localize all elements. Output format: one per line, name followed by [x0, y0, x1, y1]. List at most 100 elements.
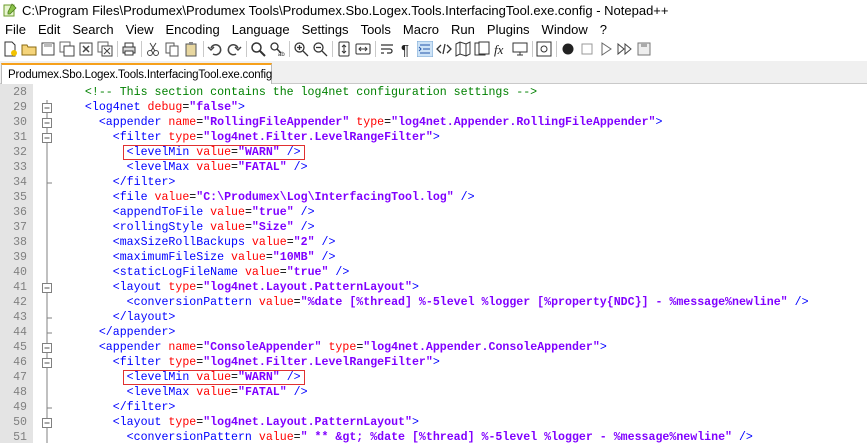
code-line[interactable]: 48 <levelMax value="FATAL" /> — [0, 385, 867, 400]
new-file-icon[interactable] — [2, 41, 18, 57]
fold-toggle-icon[interactable] — [40, 130, 54, 145]
line-number: 32 — [13, 146, 27, 159]
fold-line-icon — [46, 220, 48, 235]
token-tag: /> — [300, 206, 315, 219]
menu-run[interactable]: Run — [445, 21, 481, 38]
menu-macro[interactable]: Macro — [397, 21, 445, 38]
cut-icon[interactable] — [145, 41, 161, 57]
play-macro-icon[interactable] — [598, 41, 614, 57]
token-attr: type — [168, 281, 197, 294]
fold-line-icon — [46, 235, 48, 250]
code-line[interactable]: 50 <layout type="log4net.Layout.PatternL… — [0, 415, 867, 430]
code-text: <layout type="log4net.Layout.PatternLayo… — [71, 415, 419, 430]
code-line[interactable]: 36 <appendToFile value="true" /> — [0, 205, 867, 220]
code-line[interactable]: 35 <file value="C:\Produmex\Log\Interfac… — [0, 190, 867, 205]
fold-line-icon — [46, 370, 48, 385]
toolbar-separator — [532, 41, 533, 57]
fold-toggle-icon[interactable] — [40, 280, 54, 295]
tab-config-file[interactable]: Produmex.Sbo.Logex.Tools.InterfacingTool… — [1, 63, 272, 84]
replace-icon[interactable]: ab — [269, 41, 285, 57]
undo-icon[interactable] — [207, 41, 223, 57]
fold-line-icon — [46, 145, 48, 160]
sync-vertical-icon[interactable] — [336, 41, 352, 57]
save-macro-icon[interactable] — [636, 41, 652, 57]
toolbar-separator — [556, 41, 557, 57]
zoom-out-icon[interactable] — [312, 41, 328, 57]
fold-toggle-icon[interactable] — [40, 415, 54, 430]
menu-settings[interactable]: Settings — [296, 21, 355, 38]
menu-edit[interactable]: Edit — [32, 21, 66, 38]
fold-end-icon — [46, 400, 52, 415]
code-line[interactable]: 41 <layout type="log4net.Layout.PatternL… — [0, 280, 867, 295]
code-line[interactable]: 43 </layout> — [0, 310, 867, 325]
xml-tag-icon[interactable] — [436, 41, 452, 57]
menu-search[interactable]: Search — [66, 21, 119, 38]
record-macro-icon[interactable] — [560, 41, 576, 57]
code-line[interactable]: 28 <!-- This section contains the log4ne… — [0, 85, 867, 100]
redo-icon[interactable] — [226, 41, 242, 57]
menu-file[interactable]: File — [0, 21, 32, 38]
function-list-icon[interactable] — [474, 41, 490, 57]
code-text: <staticLogFileName value="true" /> — [71, 265, 350, 280]
token-tag: <filter — [71, 356, 169, 369]
document-map-icon[interactable] — [455, 41, 471, 57]
print-icon[interactable] — [121, 41, 137, 57]
token-tag: <conversionPattern — [71, 431, 259, 443]
code-line[interactable]: 34 </filter> — [0, 175, 867, 190]
token-value: "log4net.Layout.PatternLayout" — [203, 281, 412, 294]
close-all-icon[interactable] — [97, 41, 113, 57]
code-text: <conversionPattern value=" ** &gt; %date… — [71, 430, 753, 443]
folder-workspace-icon[interactable] — [536, 41, 552, 57]
token-attr: value — [231, 251, 266, 264]
code-line[interactable]: 39 <maximumFileSize value="10MB" /> — [0, 250, 867, 265]
menu-view[interactable]: View — [120, 21, 160, 38]
save-all-icon[interactable] — [59, 41, 75, 57]
word-wrap-icon[interactable] — [379, 41, 395, 57]
find-icon[interactable] — [250, 41, 266, 57]
code-line[interactable]: 42 <conversionPattern value="%date [%thr… — [0, 295, 867, 310]
zoom-in-icon[interactable] — [293, 41, 309, 57]
copy-icon[interactable] — [164, 41, 180, 57]
code-editor[interactable]: 28 <!-- This section contains the log4ne… — [0, 84, 867, 443]
token-tag: <maxSizeRollBackups — [71, 236, 252, 249]
code-line[interactable]: 46 <filter type="log4net.Filter.LevelRan… — [0, 355, 867, 370]
menu-tools[interactable]: Tools — [355, 21, 397, 38]
fold-toggle-icon[interactable] — [40, 355, 54, 370]
menu-plugins[interactable]: Plugins — [481, 21, 536, 38]
code-line[interactable]: 40 <staticLogFileName value="true" /> — [0, 265, 867, 280]
menu-language[interactable]: Language — [226, 21, 296, 38]
code-line[interactable]: 37 <rollingStyle value="Size" /> — [0, 220, 867, 235]
menu-window[interactable]: Window — [536, 21, 594, 38]
code-text: </filter> — [71, 400, 176, 415]
open-file-icon[interactable] — [21, 41, 37, 57]
code-line[interactable]: 51 <conversionPattern value=" ** &gt; %d… — [0, 430, 867, 443]
token-comment: <!-- This section contains the log4net c… — [71, 86, 538, 99]
stop-record-icon[interactable] — [579, 41, 595, 57]
monitor-icon[interactable] — [512, 41, 528, 57]
fold-line-icon — [46, 205, 48, 220]
menu-help[interactable]: ? — [594, 21, 613, 38]
code-line[interactable]: 33 <levelMax value="FATAL" /> — [0, 160, 867, 175]
code-line[interactable]: 30 <appender name="RollingFileAppender" … — [0, 115, 867, 130]
fold-toggle-icon[interactable] — [40, 100, 54, 115]
indent-guide-icon[interactable] — [417, 41, 433, 57]
fold-toggle-icon[interactable] — [40, 340, 54, 355]
menu-encoding[interactable]: Encoding — [160, 21, 226, 38]
code-line[interactable]: 29 <log4net debug="false"> — [0, 100, 867, 115]
code-line[interactable]: 45 <appender name="ConsoleAppender" type… — [0, 340, 867, 355]
sync-horizontal-icon[interactable] — [355, 41, 371, 57]
fold-toggle-icon[interactable] — [40, 115, 54, 130]
code-line[interactable]: 49 </filter> — [0, 400, 867, 415]
code-line[interactable]: 44 </appender> — [0, 325, 867, 340]
code-line[interactable]: 31 <filter type="log4net.Filter.LevelRan… — [0, 130, 867, 145]
fx-icon[interactable]: fx — [493, 41, 509, 57]
close-icon[interactable] — [78, 41, 94, 57]
token-attr: type — [168, 131, 197, 144]
save-icon[interactable] — [40, 41, 56, 57]
run-macro-multiple-icon[interactable] — [617, 41, 633, 57]
code-line[interactable]: 38 <maxSizeRollBackups value="2" /> — [0, 235, 867, 250]
token-tag: <maximumFileSize — [71, 251, 232, 264]
show-all-chars-icon[interactable]: ¶ — [398, 41, 414, 57]
paste-icon[interactable] — [183, 41, 199, 57]
